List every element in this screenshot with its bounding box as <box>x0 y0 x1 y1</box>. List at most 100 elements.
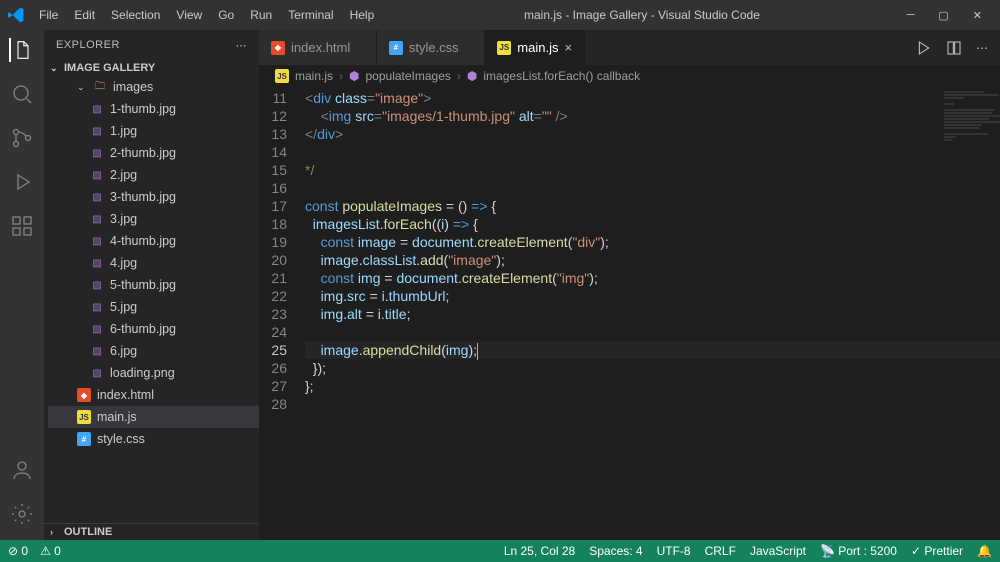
file-loading.png[interactable]: ▨loading.png <box>48 362 259 384</box>
code-line[interactable]: */ <box>305 161 1000 179</box>
bc-file[interactable]: main.js <box>295 69 333 83</box>
file-6.jpg[interactable]: ▨6.jpg <box>48 340 259 362</box>
file-3.jpg[interactable]: ▨3.jpg <box>48 208 259 230</box>
file-1.jpg[interactable]: ▨1.jpg <box>48 120 259 142</box>
line-number: 23 <box>259 305 287 323</box>
encoding[interactable]: UTF-8 <box>657 544 691 558</box>
account-icon[interactable] <box>10 458 34 482</box>
html-icon: ◆ <box>271 41 285 55</box>
close-icon[interactable]: × <box>564 40 572 55</box>
code-line[interactable]: <div class="image"> <box>305 89 1000 107</box>
menu-terminal[interactable]: Terminal <box>281 4 340 26</box>
more-icon[interactable]: ⋯ <box>976 41 988 55</box>
menu-go[interactable]: Go <box>211 4 241 26</box>
code-line[interactable] <box>305 323 1000 341</box>
code-line[interactable]: }); <box>305 359 1000 377</box>
line-number: 27 <box>259 377 287 395</box>
line-number: 16 <box>259 179 287 197</box>
menu-view[interactable]: View <box>169 4 209 26</box>
file-label: 2-thumb.jpg <box>110 146 176 160</box>
outline-section[interactable]: › OUTLINE <box>44 524 259 540</box>
code-line[interactable]: img.alt = i.title; <box>305 305 1000 323</box>
code-line[interactable]: </div> <box>305 125 1000 143</box>
search-icon[interactable] <box>10 82 34 106</box>
eol[interactable]: CRLF <box>705 544 736 558</box>
window-title: main.js - Image Gallery - Visual Studio … <box>381 8 902 22</box>
line-number: 12 <box>259 107 287 125</box>
code-line[interactable] <box>305 395 1000 413</box>
close-icon[interactable]: ✕ <box>969 9 986 22</box>
file-5-thumb.jpg[interactable]: ▨5-thumb.jpg <box>48 274 259 296</box>
js-icon: JS <box>275 69 289 83</box>
debug-icon[interactable] <box>10 170 34 194</box>
bc-fn1[interactable]: populateImages <box>366 69 451 83</box>
line-number: 11 <box>259 89 287 107</box>
tab-main.js[interactable]: JSmain.js× <box>485 30 585 65</box>
menu-file[interactable]: File <box>32 4 65 26</box>
line-number: 19 <box>259 233 287 251</box>
file-index.html[interactable]: ◆index.html <box>48 384 259 406</box>
minimize-icon[interactable]: ─ <box>903 9 919 22</box>
code-line[interactable]: img.src = i.thumbUrl; <box>305 287 1000 305</box>
tab-style.css[interactable]: #style.css× <box>377 30 485 65</box>
notifications-icon[interactable]: 🔔 <box>977 544 992 558</box>
line-number: 24 <box>259 323 287 341</box>
prettier-status[interactable]: ✓ Prettier <box>911 544 963 558</box>
tab-index.html[interactable]: ◆index.html× <box>259 30 377 65</box>
explorer-icon[interactable] <box>9 38 33 62</box>
language-mode[interactable]: JavaScript <box>750 544 806 558</box>
line-number: 15 <box>259 161 287 179</box>
image-icon: ▨ <box>90 168 104 182</box>
source-control-icon[interactable] <box>10 126 34 150</box>
menu-run[interactable]: Run <box>243 4 279 26</box>
extensions-icon[interactable] <box>10 214 34 238</box>
more-icon[interactable]: ⋯ <box>236 39 248 52</box>
split-icon[interactable] <box>946 40 962 56</box>
code-line[interactable] <box>305 143 1000 161</box>
code-content[interactable]: <div class="image"> <img src="images/1-t… <box>305 87 1000 540</box>
code-line[interactable]: <img src="images/1-thumb.jpg" alt="" /> <box>305 107 1000 125</box>
code-line[interactable]: imagesList.forEach((i) => { <box>305 215 1000 233</box>
file-4-thumb.jpg[interactable]: ▨4-thumb.jpg <box>48 230 259 252</box>
code-line[interactable]: image.classList.add("image"); <box>305 251 1000 269</box>
warnings-count[interactable]: ⚠ 0 <box>40 544 61 558</box>
run-icon[interactable] <box>916 40 932 56</box>
code-line[interactable]: const populateImages = () => { <box>305 197 1000 215</box>
code-line[interactable] <box>305 179 1000 197</box>
maximize-icon[interactable]: ▢ <box>934 9 952 22</box>
file-2.jpg[interactable]: ▨2.jpg <box>48 164 259 186</box>
live-server[interactable]: 📡 Port : 5200 <box>820 544 897 558</box>
menu-selection[interactable]: Selection <box>104 4 167 26</box>
cursor-position[interactable]: Ln 25, Col 28 <box>504 544 575 558</box>
file-3-thumb.jpg[interactable]: ▨3-thumb.jpg <box>48 186 259 208</box>
project-section[interactable]: ⌄ IMAGE GALLERY <box>44 60 259 76</box>
indentation[interactable]: Spaces: 4 <box>589 544 642 558</box>
code-line[interactable]: }; <box>305 377 1000 395</box>
breadcrumbs[interactable]: JS main.js › ⬢ populateImages › ⬢ images… <box>259 65 1000 87</box>
minimap[interactable] <box>940 87 1000 540</box>
file-5.jpg[interactable]: ▨5.jpg <box>48 296 259 318</box>
file-label: 3-thumb.jpg <box>110 190 176 204</box>
file-label: main.js <box>97 410 137 424</box>
file-main.js[interactable]: JS main.js <box>48 406 259 428</box>
file-2-thumb.jpg[interactable]: ▨2-thumb.jpg <box>48 142 259 164</box>
code-line[interactable]: image.appendChild(img); <box>305 341 1000 359</box>
file-style.css[interactable]: #style.css <box>48 428 259 450</box>
code-line[interactable]: const img = document.createElement("img"… <box>305 269 1000 287</box>
code-line[interactable]: const image = document.createElement("di… <box>305 233 1000 251</box>
file-label: 6.jpg <box>110 344 137 358</box>
gear-icon[interactable] <box>10 502 34 526</box>
js-icon: JS <box>77 410 91 424</box>
file-4.jpg[interactable]: ▨4.jpg <box>48 252 259 274</box>
menu-edit[interactable]: Edit <box>67 4 102 26</box>
folder-images[interactable]: ⌄ 🗀 images <box>48 76 259 98</box>
file-1-thumb.jpg[interactable]: ▨1-thumb.jpg <box>48 98 259 120</box>
code-editor[interactable]: 111213141516171819202122232425262728 <di… <box>259 87 1000 540</box>
file-6-thumb.jpg[interactable]: ▨6-thumb.jpg <box>48 318 259 340</box>
errors-count[interactable]: ⊘ 0 <box>8 544 28 558</box>
folder-label: images <box>113 80 153 94</box>
bc-fn2[interactable]: imagesList.forEach() callback <box>483 69 640 83</box>
menu-help[interactable]: Help <box>343 4 382 26</box>
tab-label: index.html <box>291 40 350 55</box>
project-name: IMAGE GALLERY <box>64 62 155 74</box>
